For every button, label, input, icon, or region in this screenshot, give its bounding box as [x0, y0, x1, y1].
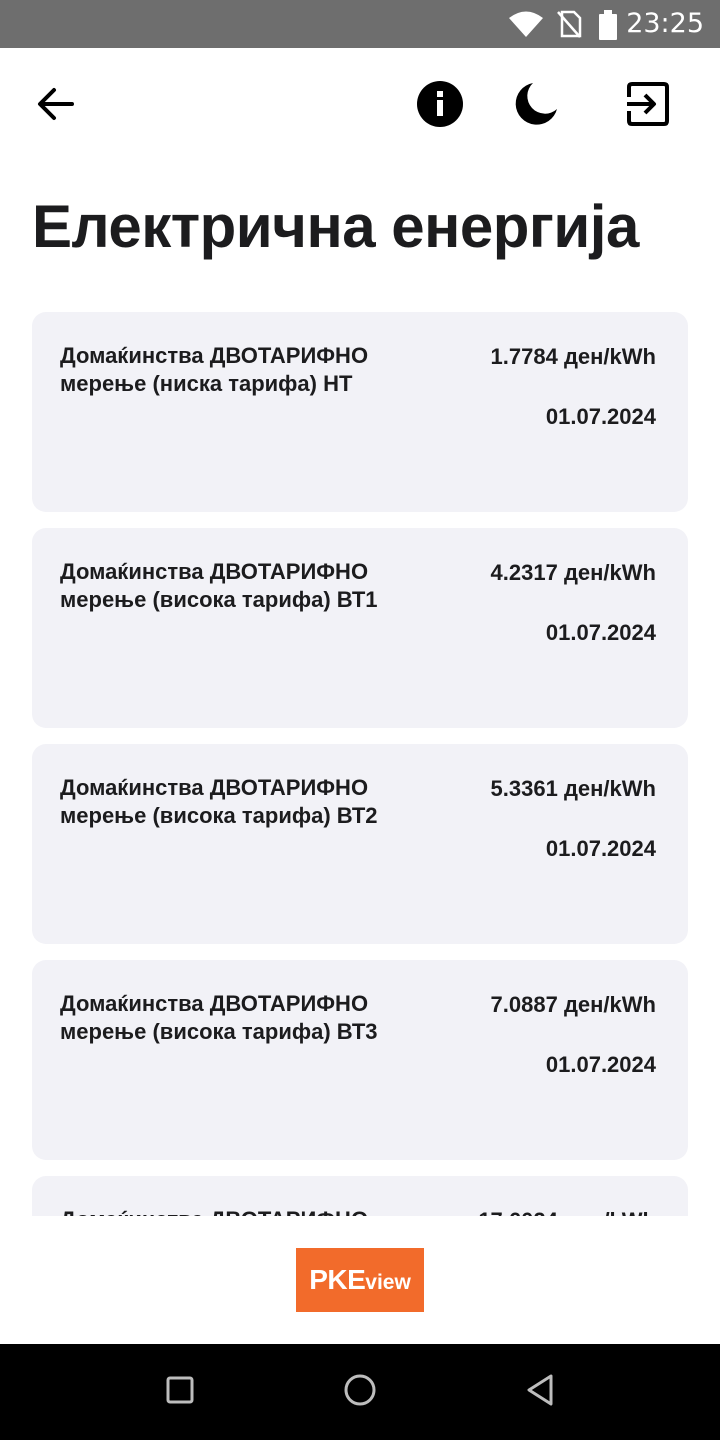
- status-time: 23:25: [626, 8, 704, 39]
- tariff-list[interactable]: Домаќинства ДВОТАРИФНО мерење (ниска тар…: [32, 312, 688, 1216]
- dark-mode-button[interactable]: [508, 78, 564, 134]
- tariff-name: Домаќинства ДВОТАРИФНО: [60, 1206, 410, 1216]
- wifi-icon: [508, 10, 544, 43]
- home-icon: [343, 1373, 377, 1412]
- tariff-price: 1.7784 ден/kWh: [490, 344, 656, 369]
- toolbar: [0, 48, 720, 160]
- tariff-name: Домаќинства ДВОТАРИФНО мерење (висока та…: [60, 991, 378, 1044]
- exit-icon: [625, 81, 671, 132]
- back-button[interactable]: [28, 78, 84, 134]
- logo-text-sub: view: [365, 1271, 411, 1294]
- tariff-price: 4.2317 ден/kWh: [490, 560, 656, 585]
- tariff-name: Домаќинства ДВОТАРИФНО мерење (висока та…: [60, 775, 378, 828]
- home-button[interactable]: [336, 1368, 384, 1416]
- tariff-card[interactable]: Домаќинства ДВОТАРИФНО мерење (висока та…: [32, 528, 688, 728]
- tariff-price: 5.3361 ден/kWh: [490, 776, 656, 801]
- pkeview-logo: PKE view: [296, 1248, 424, 1312]
- tariff-name: Домаќинства ДВОТАРИФНО мерење (висока та…: [60, 559, 378, 612]
- status-bar: 23:25: [0, 0, 720, 48]
- tariff-price: 17.6024 ден/kWh: [478, 1208, 656, 1216]
- page-title: Електрична енергија: [32, 193, 639, 260]
- moon-icon: [513, 81, 559, 132]
- tariff-card[interactable]: Домаќинства ДВОТАРИФНО 17.6024 ден/kWh: [32, 1176, 688, 1216]
- tariff-date: 01.07.2024: [545, 836, 656, 861]
- back-icon: [524, 1373, 556, 1412]
- logo-text-main: PKE: [309, 1264, 366, 1295]
- back-arrow-icon: [34, 82, 78, 131]
- battery-icon: [598, 10, 618, 45]
- tariff-date: 01.07.2024: [545, 404, 656, 429]
- system-back-button[interactable]: [516, 1368, 564, 1416]
- tariff-card[interactable]: Домаќинства ДВОТАРИФНО мерење (висока та…: [32, 960, 688, 1160]
- tariff-name: Домаќинства ДВОТАРИФНО мерење (ниска тар…: [60, 343, 369, 396]
- tariff-date: 01.07.2024: [545, 1052, 656, 1077]
- tariff-card[interactable]: Домаќинства ДВОТАРИФНО мерење (ниска тар…: [32, 312, 688, 512]
- logout-button[interactable]: [620, 78, 676, 134]
- tariff-date: 01.07.2024: [545, 620, 656, 645]
- no-sim-icon: [556, 10, 582, 43]
- info-button[interactable]: [412, 78, 468, 134]
- info-icon: [416, 80, 464, 133]
- navigation-bar: [0, 1344, 720, 1440]
- tariff-card[interactable]: Домаќинства ДВОТАРИФНО мерење (висока та…: [32, 744, 688, 944]
- tariff-price: 7.0887 ден/kWh: [490, 992, 656, 1017]
- recent-apps-button[interactable]: [156, 1368, 204, 1416]
- recent-apps-icon: [165, 1375, 195, 1410]
